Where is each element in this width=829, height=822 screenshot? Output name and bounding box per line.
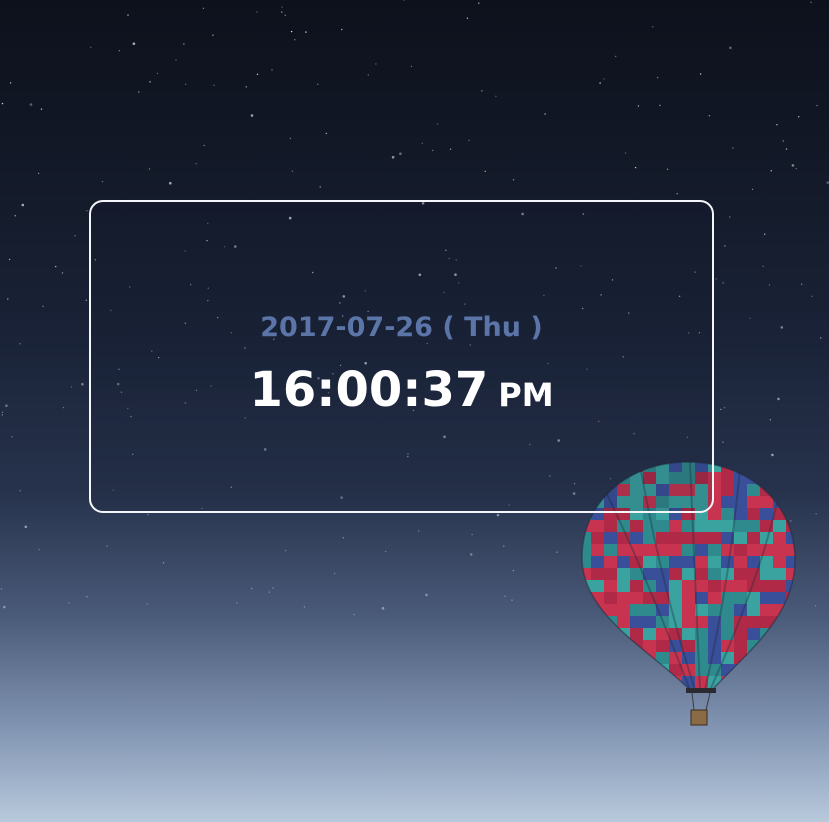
time-text: 16:00:37 bbox=[249, 362, 489, 418]
date-text: 2017-07-26 bbox=[260, 312, 433, 343]
time-display: 16:00:37 PM bbox=[91, 362, 712, 418]
clock-card: 2017-07-26 ( Thu ) 16:00:37 PM bbox=[89, 200, 714, 513]
weekday-text: ( Thu ) bbox=[442, 312, 543, 343]
date-display: 2017-07-26 ( Thu ) bbox=[91, 312, 712, 343]
ampm-indicator: PM bbox=[498, 376, 554, 414]
